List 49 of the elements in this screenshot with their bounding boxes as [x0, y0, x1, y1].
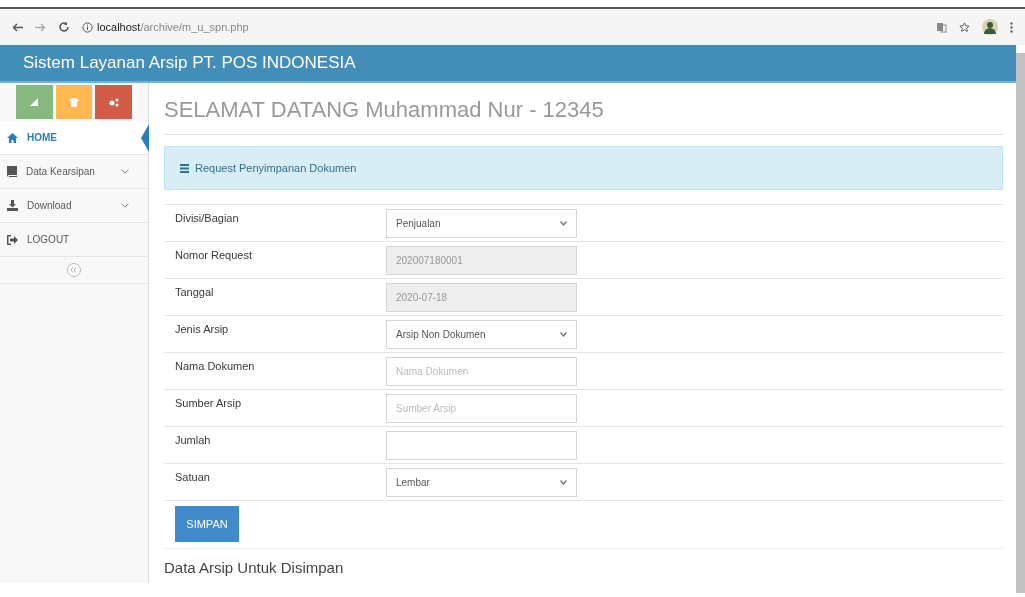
home-icon	[7, 132, 18, 143]
download-icon	[7, 200, 18, 211]
header-title: Sistem Layanan Arsip PT. POS INDONESIA	[23, 52, 356, 75]
field-label: Sumber Arsip	[174, 396, 243, 411]
list-icon	[180, 163, 189, 173]
panel-title: Request Penyimpanan Dokumen	[195, 160, 357, 176]
welcome-heading: SELAMAT DATANG Muhammad Nur - 12345	[164, 96, 605, 124]
chart-shortcut-button[interactable]	[16, 85, 53, 119]
translate-icon[interactable]	[936, 21, 947, 33]
field-label: Tanggal	[174, 285, 215, 300]
input-field[interactable]	[386, 431, 577, 460]
save-button[interactable]: SIMPAN	[175, 506, 239, 542]
chevron-down-icon	[560, 332, 567, 337]
avatar-icon[interactable]	[982, 19, 998, 35]
dropdown[interactable]: Arsip Non Dokumen	[386, 320, 577, 349]
book-icon	[7, 166, 17, 177]
reload-icon[interactable]	[58, 21, 70, 33]
field-label: Jenis Arsip	[174, 322, 230, 337]
dropdown[interactable]: Lembar	[386, 468, 577, 497]
chevron-down-icon	[560, 480, 567, 485]
field-label: Divisi/Bagian	[174, 211, 240, 226]
field-label: Jumlah	[174, 433, 212, 448]
forward-icon[interactable]	[35, 22, 46, 32]
menu-icon[interactable]	[1010, 21, 1013, 33]
share-icon	[108, 97, 119, 107]
shirt-shortcut-button[interactable]	[55, 85, 93, 119]
back-icon[interactable]	[12, 22, 23, 32]
shirt-icon	[69, 97, 79, 107]
field-label: Nama Dokumen	[174, 359, 256, 374]
sidebar-item[interactable]: Data Kearsipan	[0, 155, 148, 189]
dropdown[interactable]: Penjualan	[386, 209, 577, 238]
settings-shortcut-button[interactable]	[95, 85, 132, 119]
chevron-down-icon	[560, 221, 567, 226]
signal-icon	[30, 98, 39, 106]
star-icon[interactable]	[959, 21, 970, 33]
input-field[interactable]: Nama Dokumen	[386, 357, 577, 386]
logout-icon	[7, 234, 18, 245]
sidebar-item[interactable]: LOGOUT	[0, 223, 148, 257]
input-field[interactable]: Sumber Arsip	[386, 394, 577, 423]
scrollbar[interactable]	[1016, 53, 1025, 593]
active-indicator	[141, 124, 149, 152]
info-icon[interactable]	[82, 21, 93, 33]
field-label: Nomor Request	[174, 248, 254, 263]
sidebar-item[interactable]: HOME	[0, 121, 148, 155]
section-title: Data Arsip Untuk Disimpan	[164, 558, 345, 578]
address-bar[interactable]: localhost/archive/m_u_spn.php	[97, 18, 249, 36]
collapse-button[interactable]	[67, 263, 81, 277]
sidebar-item[interactable]: Download	[0, 189, 148, 223]
field-label: Satuan	[174, 470, 211, 485]
